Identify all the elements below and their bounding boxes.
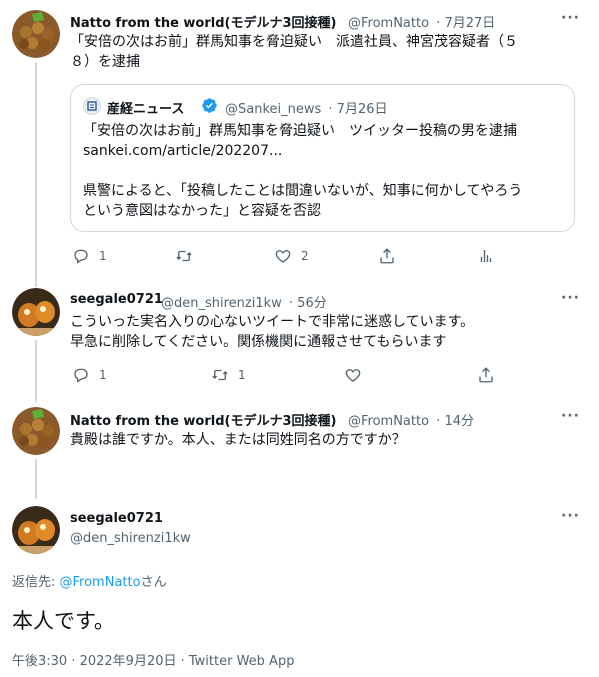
retweet-count: 1 (238, 368, 246, 382)
thread-line (35, 62, 37, 287)
thread-line (35, 340, 37, 402)
reply-to-suffix: さん (140, 575, 167, 590)
tweet-text: こういった実名入りの心ないツイートで非常に迷惑しています。 早急に削除してくださ… (70, 312, 474, 352)
heart-icon (345, 369, 361, 382)
avatar[interactable] (12, 506, 60, 554)
share-icon (479, 367, 493, 383)
author-name[interactable]: seegale0721 (70, 511, 163, 526)
retweet-button[interactable] (175, 247, 193, 265)
reply-count: 1 (99, 249, 107, 263)
share-icon (380, 248, 394, 264)
share-button[interactable] (477, 366, 495, 384)
quote-author-name: 産経ニュース (107, 102, 185, 117)
reply-to: 返信先: @FromNattoさん (12, 571, 167, 590)
verified-badge-icon (202, 98, 217, 113)
author-handle[interactable]: @FromNatto · 7月27日 (348, 12, 495, 31)
more-options-icon[interactable]: ··· (561, 508, 580, 524)
reply-icon (74, 368, 88, 383)
reply-to-handle-link[interactable]: @FromNatto (60, 575, 141, 590)
author-handle[interactable]: @FromNatto · 14分 (348, 410, 474, 429)
thread-line (35, 459, 37, 499)
handle-text[interactable]: @den_shirenzi1kw (161, 296, 282, 311)
main-tweet-text: 本人です。 (12, 609, 115, 633)
like-count: 2 (301, 249, 309, 263)
quote-text-line: 「安倍の次はお前」群馬知事を脅迫疑い ツイッター投稿の男を逮捕 (83, 123, 517, 139)
author-name[interactable]: Natto from the world(モデルナ3回接種) (70, 410, 336, 429)
more-options-icon[interactable]: ··· (561, 290, 580, 306)
quote-text-line: という意図はなかった」と容疑を否認 (83, 203, 321, 219)
tweet-text-line: 早急に削除してください。関係機関に通報させてもらいます (70, 334, 447, 350)
handle-text[interactable]: @FromNatto (348, 16, 429, 31)
tweet-actions: 1 2 (70, 247, 492, 267)
more-options-icon[interactable]: ··· (561, 10, 580, 26)
tweet-text: 「安倍の次はお前」群馬知事を脅迫疑い 派遣社員、神宮茂容疑者（５ ８）を逮捕 (70, 32, 518, 72)
share-button[interactable] (378, 247, 396, 265)
handle-text[interactable]: @FromNatto (348, 414, 429, 429)
tweet-text-line: こういった実名入りの心ないツイートで非常に迷惑しています。 (70, 314, 475, 330)
tweet-time[interactable]: · 56分 (289, 296, 327, 311)
tweet-text-line: ８）を逮捕 (70, 54, 140, 70)
reply-to-label: 返信先: (12, 575, 60, 590)
reply-button[interactable]: 1 (72, 247, 107, 265)
tweet-text-line: 「安倍の次はお前」群馬知事を脅迫疑い 派遣社員、神宮茂容疑者（５ (70, 34, 518, 50)
quote-time: · 7月26日 (328, 102, 388, 117)
quote-text-line: 県警によると、「投稿したことは間違いないが、知事に何かしてやろう (83, 183, 523, 199)
reply-count: 1 (99, 368, 107, 382)
like-button[interactable] (344, 366, 362, 384)
author-name[interactable]: seegale0721 (70, 292, 163, 307)
tweet-actions: 1 1 (70, 366, 493, 386)
tweet-time[interactable]: · 14分 (436, 414, 474, 429)
reply-button[interactable]: 1 (72, 366, 107, 384)
analytics-icon (480, 250, 492, 262)
tweet-metadata[interactable]: 午後3:30 · 2022年9月20日 · Twitter Web App (12, 650, 294, 669)
tweet-text: 貴殿は誰ですか。本人、または同姓同名の方ですか？ (70, 432, 406, 448)
heart-icon (275, 250, 291, 263)
quote-author-handle: @Sankei_news · 7月26日 (225, 98, 388, 117)
author-handle[interactable]: @den_shirenzi1kw · 56分 (161, 292, 327, 311)
quoted-tweet[interactable]: 産経ニュース @Sankei_news · 7月26日 「安倍の次はお前」群馬知… (70, 84, 575, 232)
quote-avatar (83, 97, 101, 115)
tweet-time[interactable]: · 7月27日 (436, 16, 495, 31)
retweet-icon (176, 250, 192, 262)
avatar[interactable] (12, 10, 60, 58)
author-name[interactable]: Natto from the world(モデルナ3回接種) (70, 12, 336, 31)
quote-handle-text: @Sankei_news (225, 102, 322, 117)
like-button[interactable]: 2 (274, 247, 309, 265)
reply-icon (74, 249, 88, 264)
author-handle[interactable]: @den_shirenzi1kw (70, 531, 191, 546)
avatar[interactable] (12, 288, 60, 336)
analytics-button[interactable] (477, 247, 495, 265)
more-options-icon[interactable]: ··· (561, 408, 580, 424)
retweet-icon (212, 369, 228, 381)
avatar[interactable] (12, 407, 60, 455)
retweet-button[interactable]: 1 (211, 366, 246, 384)
quote-link[interactable]: sankei.com/article/202207... (83, 141, 573, 161)
quote-text: 「安倍の次はお前」群馬知事を脅迫疑い ツイッター投稿の男を逮捕 sankei.c… (83, 121, 573, 221)
